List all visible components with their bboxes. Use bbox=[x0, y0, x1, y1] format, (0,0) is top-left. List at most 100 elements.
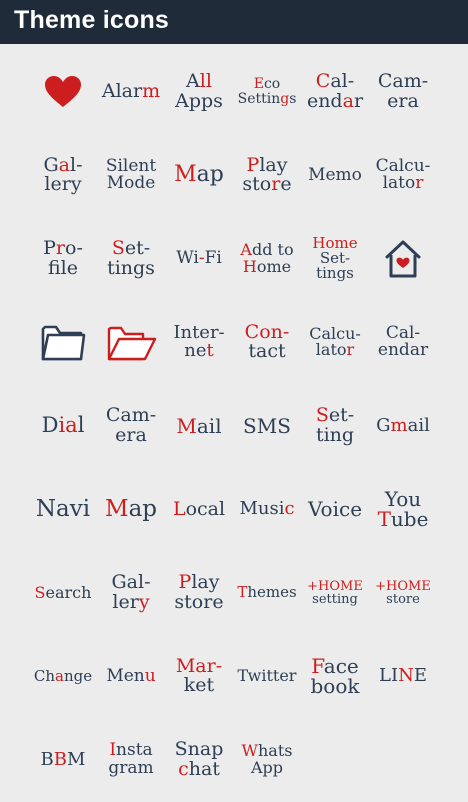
theme-item-label: Mail bbox=[176, 413, 222, 438]
theme-item-gmail[interactable]: Gmail bbox=[369, 384, 437, 468]
folder-open-icon bbox=[105, 321, 157, 363]
theme-item-label: Dial bbox=[41, 413, 85, 438]
theme-item-change[interactable]: Change bbox=[29, 635, 97, 719]
theme-item-label: Voice bbox=[307, 497, 363, 522]
theme-item-silent-mode[interactable]: Silent Mode bbox=[97, 134, 165, 218]
theme-item-local[interactable]: Local bbox=[165, 468, 233, 552]
theme-item-home-setting[interactable]: +HOME setting bbox=[301, 551, 369, 635]
theme-item-market[interactable]: Mar-ket bbox=[165, 635, 233, 719]
theme-item-gallery[interactable]: Gal-lery bbox=[29, 134, 97, 218]
theme-item-label: Cal-endar bbox=[377, 322, 429, 361]
theme-item-label: Set-tings bbox=[107, 237, 155, 279]
theme-item-contact[interactable]: Con-tact bbox=[233, 301, 301, 385]
theme-item-dial[interactable]: Dial bbox=[29, 384, 97, 468]
theme-item-home-icon[interactable] bbox=[369, 217, 437, 301]
theme-item-folder-icon[interactable] bbox=[29, 301, 97, 385]
theme-item-camera-2[interactable]: Cam-era bbox=[97, 384, 165, 468]
page-title: Theme icons bbox=[14, 6, 170, 34]
theme-item-mail[interactable]: Mail bbox=[165, 384, 233, 468]
theme-item-label: Home Set-tings bbox=[312, 233, 358, 283]
theme-item-label: Gal-lery bbox=[43, 153, 83, 196]
theme-icon-grid: Alarm All Apps Eco Settings Cal-endar Cam-era G… bbox=[29, 50, 439, 802]
theme-item-snapchat[interactable]: Snap chat bbox=[165, 718, 233, 802]
theme-item-label: Map bbox=[105, 495, 157, 522]
theme-item-search[interactable]: Search bbox=[29, 551, 97, 635]
theme-item-bbm[interactable]: BBM bbox=[29, 718, 97, 802]
theme-item-label: Calcu-lator bbox=[309, 323, 361, 360]
theme-item-label: Face book bbox=[310, 653, 360, 699]
theme-item-label: LINE bbox=[379, 665, 427, 687]
theme-item-calendar-2[interactable]: Cal-endar bbox=[369, 301, 437, 385]
theme-item-music[interactable]: Music bbox=[233, 468, 301, 552]
theme-item-label: Eco Settings bbox=[237, 76, 297, 107]
theme-item-label: BBM bbox=[40, 748, 86, 770]
theme-item-map[interactable]: Map bbox=[165, 134, 233, 218]
theme-item-label: Music bbox=[239, 498, 295, 520]
theme-item-memo[interactable]: Memo bbox=[301, 134, 369, 218]
theme-item-label: Cal-endar bbox=[306, 70, 364, 112]
theme-item-alarm[interactable]: Alarm bbox=[97, 50, 165, 134]
theme-item-label: Insta gram bbox=[108, 740, 154, 778]
theme-item-themes[interactable]: Themes bbox=[233, 551, 301, 635]
theme-item-navi[interactable]: Navi bbox=[29, 468, 97, 552]
theme-item-label: Play store bbox=[242, 153, 292, 196]
theme-item-play-store[interactable]: Play store bbox=[233, 134, 301, 218]
theme-item-label: Set-ting bbox=[315, 404, 355, 446]
theme-item-all-apps[interactable]: All Apps bbox=[165, 50, 233, 134]
home-icon bbox=[382, 238, 424, 280]
theme-item-label: Con-tact bbox=[244, 320, 290, 363]
theme-item-label: Themes bbox=[237, 583, 297, 602]
theme-item-add-to-home[interactable]: Add to Home bbox=[233, 217, 301, 301]
theme-item-sms[interactable]: SMS bbox=[233, 384, 301, 468]
theme-item-eco-settings[interactable]: Eco Settings bbox=[233, 50, 301, 134]
theme-item-label: Snap chat bbox=[174, 738, 224, 780]
theme-item-label: Add to Home bbox=[240, 240, 294, 276]
theme-item-label: SMS bbox=[243, 413, 291, 438]
theme-item-youtube[interactable]: You Tube bbox=[369, 468, 437, 552]
theme-item-label: Alarm bbox=[101, 80, 161, 103]
theme-item-label: Silent Mode bbox=[105, 155, 157, 194]
theme-item-label: Play store bbox=[174, 571, 224, 613]
theme-item-label: Whats App bbox=[241, 741, 293, 777]
theme-item-label: Wi-Fi bbox=[176, 248, 222, 269]
theme-item-profile[interactable]: Pro-file bbox=[29, 217, 97, 301]
theme-item-label: Mar-ket bbox=[175, 654, 223, 697]
theme-item-label: Gmail bbox=[376, 414, 430, 436]
theme-item-folder-open-icon[interactable] bbox=[97, 301, 165, 385]
theme-item-line[interactable]: LINE bbox=[369, 635, 437, 719]
title-bar: Theme icons bbox=[0, 0, 468, 44]
theme-item-voice[interactable]: Voice bbox=[301, 468, 369, 552]
theme-item-calculator[interactable]: Calcu-lator bbox=[369, 134, 437, 218]
theme-item-menu[interactable]: Menu bbox=[97, 635, 165, 719]
theme-item-map-2[interactable]: Map bbox=[97, 468, 165, 552]
theme-item-settings[interactable]: Set-tings bbox=[97, 217, 165, 301]
folder-icon bbox=[40, 321, 86, 363]
theme-item-home-store[interactable]: +HOME store bbox=[369, 551, 437, 635]
theme-item-calculator-2[interactable]: Calcu-lator bbox=[301, 301, 369, 385]
theme-item-gallery-2[interactable]: Gal-lery bbox=[97, 551, 165, 635]
theme-item-calendar[interactable]: Cal-endar bbox=[301, 50, 369, 134]
theme-item-whatsapp[interactable]: Whats App bbox=[233, 718, 301, 802]
theme-item-heart-icon[interactable] bbox=[29, 50, 97, 134]
theme-item-label: All Apps bbox=[175, 70, 223, 112]
theme-item-facebook[interactable]: Face book bbox=[301, 635, 369, 719]
theme-item-instagram[interactable]: Insta gram bbox=[97, 718, 165, 802]
theme-item-twitter[interactable]: Twitter bbox=[233, 635, 301, 719]
theme-item-play-store-2[interactable]: Play store bbox=[165, 551, 233, 635]
theme-item-camera[interactable]: Cam-era bbox=[369, 50, 437, 134]
theme-item-label: Gal-lery bbox=[111, 571, 151, 613]
theme-item-label: You Tube bbox=[377, 486, 429, 532]
theme-item-label: +HOME setting bbox=[307, 578, 363, 607]
theme-item-label: Map bbox=[174, 162, 224, 188]
theme-item-label: +HOME store bbox=[375, 578, 431, 607]
theme-item-label: Menu bbox=[106, 665, 156, 686]
theme-item-label: Calcu-lator bbox=[375, 155, 431, 194]
theme-item-label: Memo bbox=[308, 164, 362, 185]
theme-item-home-settings[interactable]: Home Set-tings bbox=[301, 217, 369, 301]
theme-item-wi-fi[interactable]: Wi-Fi bbox=[165, 217, 233, 301]
theme-item-label: Search bbox=[34, 582, 92, 602]
theme-item-internet[interactable]: Inter-net bbox=[165, 301, 233, 385]
theme-item-label: Twitter bbox=[237, 666, 297, 686]
theme-item-setting[interactable]: Set-ting bbox=[301, 384, 369, 468]
theme-item-label: Cam-era bbox=[377, 70, 429, 112]
